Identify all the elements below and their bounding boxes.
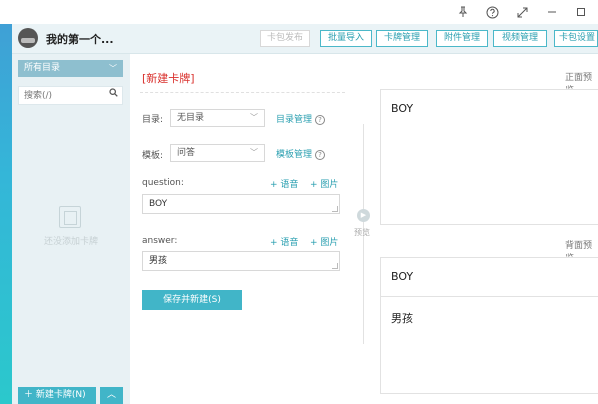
help-icon[interactable]: ?: [315, 115, 326, 125]
front-preview-text: BOY: [391, 102, 414, 115]
template-label: 模板:: [142, 151, 164, 161]
card-editor: [新建卡牌] 目录: 无目录 ﹀ 目录管理? 模板: 问答 ﹀ 模板管理? qu…: [130, 54, 360, 404]
batch-import-button[interactable]: 批量导入: [320, 30, 372, 47]
chevron-down-icon: ﹀: [109, 64, 117, 73]
plus-icon: ＋: [24, 390, 34, 400]
back-preview-divider: [381, 296, 598, 297]
video-manage-button[interactable]: 视频管理: [493, 30, 547, 47]
empty-cards-text: 还没添加卡牌: [43, 237, 98, 247]
answer-add-image[interactable]: + 图片: [310, 235, 338, 248]
resize-handle-icon[interactable]: [332, 206, 338, 212]
directory-manage-link[interactable]: 目录管理?: [276, 112, 326, 125]
save-and-new-button[interactable]: 保存并新建(S): [142, 290, 242, 310]
search-icon[interactable]: [109, 88, 118, 100]
template-manage-link[interactable]: 模板管理?: [276, 147, 326, 160]
template-manage-label: 模板管理: [276, 150, 313, 160]
answer-value: 男孩: [149, 256, 168, 266]
answer-add-audio[interactable]: + 语音: [270, 235, 298, 248]
preview-toggle-label: 预览: [354, 228, 370, 237]
answer-field[interactable]: 男孩: [142, 251, 340, 271]
search-box: [18, 86, 123, 105]
question-add-audio[interactable]: + 语音: [270, 177, 298, 190]
chevron-up-icon: ︿: [106, 390, 116, 400]
front-preview-card: BOY: [380, 89, 598, 225]
help-icon[interactable]: ?: [315, 150, 326, 160]
new-card-button[interactable]: ＋ 新建卡牌(N): [18, 387, 96, 404]
left-accent-strip: [0, 24, 12, 404]
window-titlebar: [0, 0, 598, 24]
back-preview-answer: 男孩: [391, 312, 413, 325]
question-add-image[interactable]: + 图片: [310, 177, 338, 190]
avatar[interactable]: [18, 28, 38, 48]
search-input[interactable]: [19, 87, 99, 104]
directory-select[interactable]: 所有目录 ﹀: [18, 60, 123, 77]
attachment-manage-button[interactable]: 附件管理: [436, 30, 488, 47]
card-manage-button[interactable]: 卡牌管理: [376, 30, 428, 47]
minimize-icon[interactable]: [544, 4, 560, 20]
template-dropdown[interactable]: 问答 ﹀: [170, 144, 265, 162]
back-preview-question: BOY: [391, 270, 414, 283]
header-bar: 我的第一个... 卡包发布 批量导入 卡牌管理 附件管理 视频管理 卡包设置: [12, 24, 598, 54]
new-card-label: 新建卡牌(N): [35, 390, 86, 400]
deck-settings-button[interactable]: 卡包设置: [554, 30, 598, 47]
expand-icon[interactable]: [514, 4, 530, 20]
question-label: question:: [142, 178, 184, 188]
new-card-more-button[interactable]: ︿: [100, 387, 123, 404]
deck-title: 我的第一个...: [46, 33, 114, 46]
template-dropdown-value: 问答: [177, 148, 196, 158]
back-preview-card: BOY 男孩: [380, 257, 598, 394]
directory-label: 目录:: [142, 115, 164, 125]
answer-label: answer:: [142, 236, 178, 246]
directory-dropdown-value: 无目录: [177, 113, 205, 123]
question-value: BOY: [149, 199, 168, 209]
chevron-down-icon: ﹀: [250, 113, 258, 122]
publish-button[interactable]: 卡包发布: [260, 30, 310, 47]
directory-dropdown[interactable]: 无目录 ﹀: [170, 109, 265, 127]
directory-manage-label: 目录管理: [276, 115, 313, 125]
maximize-icon[interactable]: [573, 4, 589, 20]
editor-title: [新建卡牌]: [142, 72, 195, 85]
sidebar: 所有目录 ﹀ 还没添加卡牌 ＋ 新建卡牌(N) ︿: [12, 54, 130, 404]
editor-divider: [140, 92, 345, 93]
help-icon[interactable]: [484, 4, 500, 20]
question-field[interactable]: BOY: [142, 194, 340, 214]
empty-cards-icon: [59, 206, 81, 228]
resize-handle-icon[interactable]: [332, 263, 338, 269]
chevron-down-icon: ﹀: [250, 148, 258, 157]
pin-icon[interactable]: [455, 4, 471, 20]
play-icon[interactable]: ▶: [357, 209, 370, 222]
app-window: 我的第一个... 卡包发布 批量导入 卡牌管理 附件管理 视频管理 卡包设置 所…: [0, 0, 598, 404]
directory-select-label: 所有目录: [24, 63, 61, 73]
